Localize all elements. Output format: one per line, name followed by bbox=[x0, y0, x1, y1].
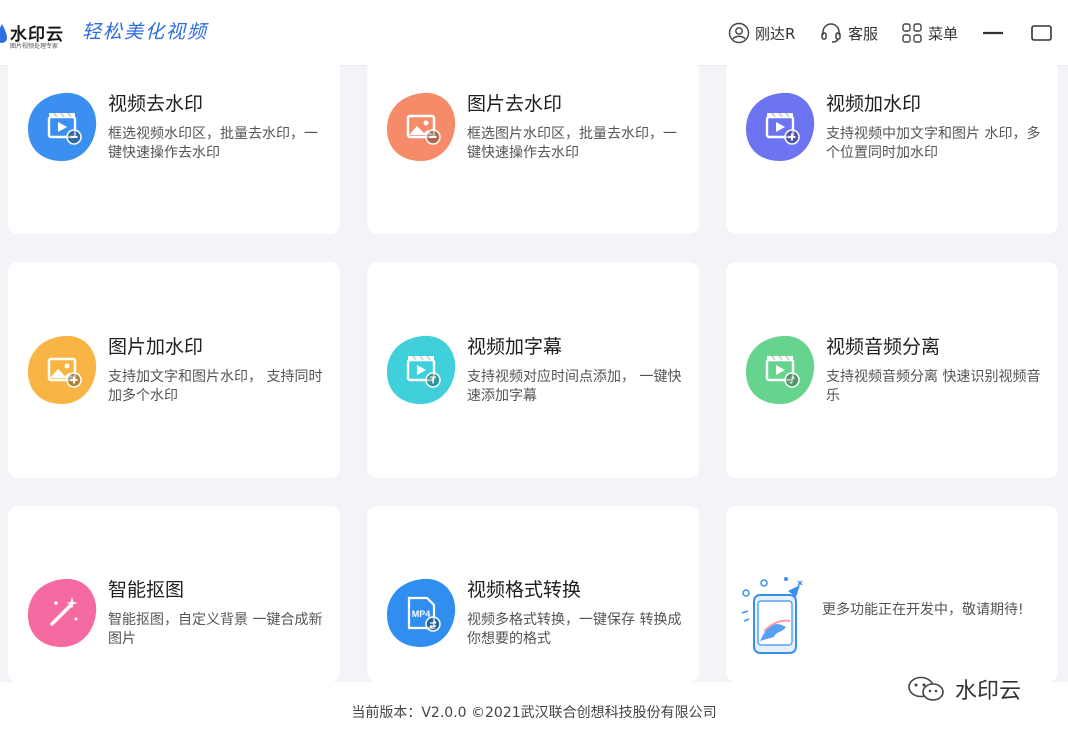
maximize-icon bbox=[1031, 25, 1052, 41]
feature-card-desc: 支持视频中加文字和图片 水印，多个位置同时加水印 bbox=[826, 126, 1041, 161]
feature-card-desc: 支持视频对应时间点添加， 一键快速添加字幕 bbox=[467, 369, 682, 404]
video-remove-icon bbox=[26, 91, 98, 167]
grid-menu-icon bbox=[902, 23, 922, 43]
feature-card-title: 视频加字幕 bbox=[467, 336, 563, 358]
feature-card-8[interactable]: MP4 视频格式转换视频多格式转换，一键保存 转换成你想要的格式 bbox=[367, 506, 699, 682]
feature-card-desc: 框选视频水印区，批量去水印，一键快速操作去水印 bbox=[108, 126, 318, 161]
feature-card-5[interactable]: T 视频加字幕支持视频对应时间点添加， 一键快速添加字幕 bbox=[367, 262, 699, 478]
feature-card-desc: 支持加文字和图片水印， 支持同时加多个水印 bbox=[108, 369, 323, 404]
coming-soon-icon bbox=[741, 577, 803, 654]
video-audio-icon: ♪ bbox=[744, 334, 816, 410]
watermark-text: 水印云 bbox=[955, 679, 1022, 704]
feature-card-title: 图片加水印 bbox=[108, 336, 204, 358]
feature-card-desc: 更多功能正在开发中，敬请期待! bbox=[822, 602, 1024, 618]
wechat-watermark: 水印云 bbox=[905, 673, 1021, 705]
feature-card-desc: 支持视频音频分离 快速识别视频音乐 bbox=[826, 369, 1041, 404]
minimize-button[interactable] bbox=[980, 20, 1006, 46]
feature-card-title: 智能抠图 bbox=[108, 579, 185, 601]
minimize-icon bbox=[983, 31, 1003, 35]
feature-card-desc: 视频多格式转换，一键保存 转换成你想要的格式 bbox=[467, 612, 682, 647]
user-account-button[interactable]: 刚达R bbox=[728, 20, 795, 46]
image-remove-icon bbox=[385, 91, 457, 167]
feature-card-title: 视频加水印 bbox=[826, 93, 922, 115]
svg-text:MP4: MP4 bbox=[412, 609, 431, 619]
coming-soon-illustration bbox=[740, 571, 810, 661]
feature-card-title: 视频音频分离 bbox=[826, 336, 941, 358]
feature-card-title: 视频格式转换 bbox=[467, 579, 582, 601]
magic-wand-icon bbox=[26, 577, 98, 653]
mp4-convert-icon: MP4 bbox=[385, 577, 457, 653]
logo-drop-icon bbox=[0, 24, 7, 43]
menu-label: 菜单 bbox=[928, 24, 959, 43]
image-add-icon bbox=[26, 334, 98, 410]
feature-card-3[interactable]: 视频加水印支持视频中加文字和图片 水印，多个位置同时加水印 bbox=[726, 60, 1058, 234]
customer-service-button[interactable]: 客服 bbox=[819, 20, 878, 46]
maximize-button[interactable] bbox=[1029, 20, 1055, 46]
feature-card-title: 视频去水印 bbox=[108, 93, 204, 115]
feature-card-title: 图片去水印 bbox=[467, 93, 563, 115]
app-logo: 水印云 图片视频处理专家 bbox=[0, 14, 86, 54]
headset-icon bbox=[821, 23, 841, 43]
user-name: 刚达R bbox=[755, 24, 796, 43]
wechat-icon bbox=[908, 676, 944, 701]
app-header: 水印云 图片视频处理专家 轻松美化视频 刚达R 客服 菜单 bbox=[0, 0, 1068, 66]
feature-card-1[interactable]: 视频去水印框选视频水印区，批量去水印，一键快速操作去水印 bbox=[8, 60, 340, 234]
video-subtitle-icon: T bbox=[385, 334, 457, 410]
svg-text:T: T bbox=[430, 376, 436, 387]
service-label: 客服 bbox=[848, 24, 879, 43]
user-icon bbox=[728, 22, 750, 44]
feature-card-desc: 框选图片水印区，批量去水印，一键快速操作去水印 bbox=[467, 126, 677, 161]
feature-card-6[interactable]: ♪ 视频音频分离支持视频音频分离 快速识别视频音乐 bbox=[726, 262, 1058, 478]
feature-card-7[interactable]: 智能抠图智能抠图，自定义背景 一键合成新图片 bbox=[8, 506, 340, 682]
svg-text:♪: ♪ bbox=[789, 376, 795, 387]
feature-card-2[interactable]: 图片去水印框选图片水印区，批量去水印，一键快速操作去水印 bbox=[367, 60, 699, 234]
slogan: 轻松美化视频 bbox=[82, 21, 209, 43]
menu-button[interactable]: 菜单 bbox=[901, 20, 958, 46]
version-info: 当前版本：V2.0.0 ©2021武汉联合创想科技股份有限公司 bbox=[351, 705, 717, 721]
brand-tagline: 图片视频处理专家 bbox=[10, 43, 59, 50]
feature-card-9[interactable]: 更多功能正在开发中，敬请期待! bbox=[726, 506, 1058, 682]
video-add-icon bbox=[744, 91, 816, 167]
feature-card-4[interactable]: 图片加水印支持加文字和图片水印， 支持同时加多个水印 bbox=[8, 262, 340, 478]
feature-card-desc: 智能抠图，自定义背景 一键合成新图片 bbox=[108, 612, 323, 647]
